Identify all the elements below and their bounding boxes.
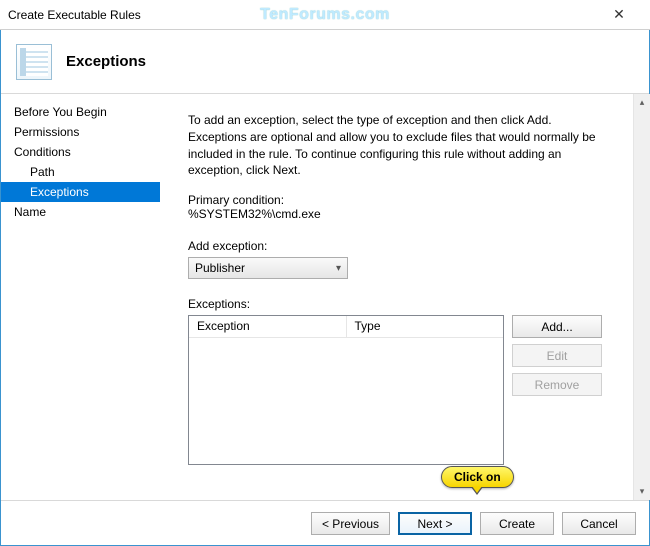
nav-name[interactable]: Name: [0, 202, 160, 222]
exceptions-area: Exception Type Add... Edit Remove: [188, 315, 602, 465]
add-button[interactable]: Add...: [512, 315, 602, 338]
primary-condition-block: Primary condition: %SYSTEM32%\cmd.exe: [188, 193, 602, 221]
nav-exceptions[interactable]: Exceptions: [0, 182, 160, 202]
close-icon: ✕: [613, 6, 625, 23]
exception-buttons: Add... Edit Remove: [512, 315, 602, 465]
window-title: Create Executable Rules: [8, 8, 141, 22]
document-icon: [16, 44, 52, 80]
wizard-body: Before You Begin Permissions Conditions …: [0, 94, 650, 500]
create-button[interactable]: Create: [480, 512, 554, 535]
wizard-footer: < Previous Next > Create Cancel: [0, 500, 650, 546]
exceptions-list-label: Exceptions:: [188, 297, 602, 311]
col-exception[interactable]: Exception: [189, 316, 347, 337]
content-scrollbar[interactable]: ▴ ▾: [633, 94, 650, 500]
page-title: Exceptions: [66, 53, 146, 70]
list-header: Exception Type: [189, 316, 503, 338]
edit-button: Edit: [512, 344, 602, 367]
exception-type-value: Publisher: [195, 261, 245, 275]
nav-permissions[interactable]: Permissions: [0, 122, 160, 142]
wizard-content: ▴ ▾ To add an exception, select the type…: [160, 94, 650, 500]
add-exception-label: Add exception:: [188, 239, 602, 253]
description-text: To add an exception, select the type of …: [188, 112, 602, 179]
primary-condition-value: %SYSTEM32%\cmd.exe: [188, 207, 602, 221]
remove-button: Remove: [512, 373, 602, 396]
nav-conditions[interactable]: Conditions: [0, 142, 160, 162]
cancel-button[interactable]: Cancel: [562, 512, 636, 535]
previous-button[interactable]: < Previous: [311, 512, 390, 535]
nav-before-you-begin[interactable]: Before You Begin: [0, 102, 160, 122]
exception-type-dropdown[interactable]: Publisher: [188, 257, 348, 279]
watermark-text: TenForums.com: [260, 6, 390, 24]
close-button[interactable]: ✕: [596, 0, 642, 30]
annotation-callout: Click on: [441, 466, 514, 488]
nav-path[interactable]: Path: [0, 162, 160, 182]
wizard-nav: Before You Begin Permissions Conditions …: [0, 94, 160, 500]
next-button[interactable]: Next >: [398, 512, 472, 535]
primary-condition-label: Primary condition:: [188, 193, 602, 207]
titlebar: Create Executable Rules TenForums.com ✕: [0, 0, 650, 30]
col-type[interactable]: Type: [347, 316, 504, 337]
scroll-up-icon[interactable]: ▴: [634, 94, 650, 111]
scroll-down-icon[interactable]: ▾: [634, 483, 650, 500]
exceptions-listview[interactable]: Exception Type: [188, 315, 504, 465]
wizard-header: Exceptions: [0, 30, 650, 94]
